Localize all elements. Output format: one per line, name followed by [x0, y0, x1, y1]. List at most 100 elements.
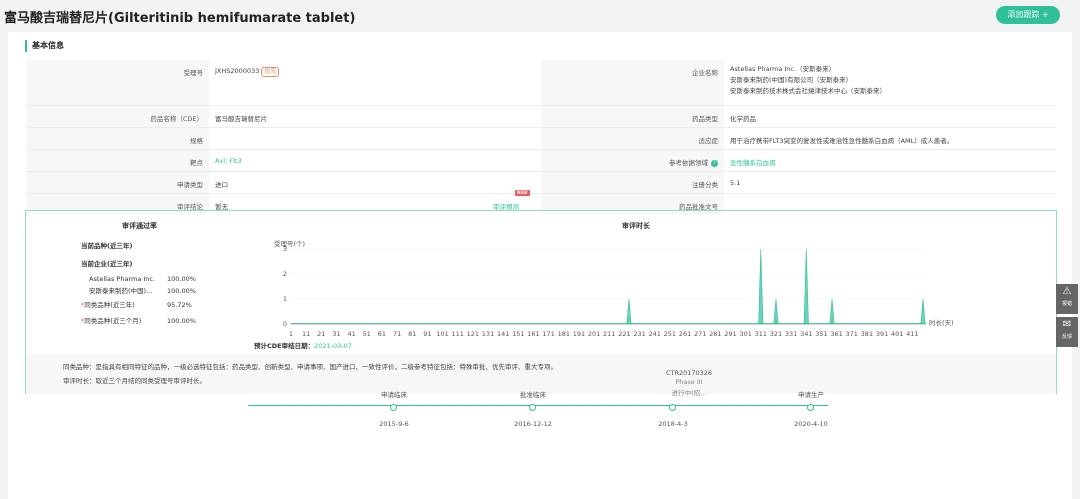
info-row: 受理号 JXHS2000033 优先 企业名称 Astellas Pharma I…: [26, 60, 1056, 106]
x-tick-label: 291: [724, 330, 736, 338]
company-rate: 100.00%: [167, 287, 196, 295]
x-tick-label: 161: [527, 330, 539, 338]
y-tick-label: 2: [283, 270, 287, 278]
est-date-value: 2021-03-07: [314, 342, 352, 350]
report-error-button[interactable]: ⚠ 报错: [1056, 284, 1078, 314]
x-tick-label: 181: [558, 330, 570, 338]
label: 药品类型: [541, 106, 724, 127]
timeline-node[interactable]: [669, 404, 676, 411]
value: 用于治疗携带FLT3突变的复发性或难治性急性髓系白血病（AML）成人患者。: [730, 137, 954, 145]
data-spike: [626, 298, 632, 325]
x-tick-label: 71: [393, 330, 401, 338]
x-tick-label: 401: [891, 330, 903, 338]
ref-link[interactable]: 急性髓系白血病: [724, 150, 1056, 171]
x-tick-label: 61: [378, 330, 386, 338]
value: 富马酸吉瑞替尼片: [215, 115, 267, 123]
value: [209, 128, 541, 149]
x-tick-label: 261: [679, 330, 691, 338]
label: 受理号: [26, 60, 209, 105]
info-table: 受理号 JXHS2000033 优先 企业名称 Astellas Pharma I…: [26, 60, 1056, 214]
y-tick-label: 0: [283, 320, 287, 328]
pass-rate-title: 审评通过率: [122, 222, 157, 230]
same-3m-row: *同类品种(近三个月) 100.00%: [81, 315, 197, 327]
label: 适应症: [541, 128, 724, 149]
x-tick-label: 191: [573, 330, 585, 338]
company-line: 安斯泰来制药技术株式会社燒津技术中心（安斯泰来）: [730, 87, 886, 95]
timeline-node[interactable]: [390, 404, 397, 411]
company-name: 安斯泰来制药(中国)...: [89, 287, 153, 295]
label: 药品名称（CDE）: [26, 106, 209, 127]
x-tick-label: 51: [363, 330, 371, 338]
label-text: 同类品种(近三年): [84, 301, 135, 309]
x-tick-label: 321: [770, 330, 782, 338]
company-rate-row: 安斯泰来制药(中国)... 100.00%: [81, 285, 197, 297]
company-line: Astellas Pharma Inc.（安斯泰来）: [730, 65, 836, 73]
x-tick-label: 31: [332, 330, 340, 338]
footer-note: 同类品种：是指具有相同特征的品种，一级必选特征包括：药品类型、创新类型、申请事项…: [63, 363, 557, 371]
timeline-node-label: 申请临床: [381, 391, 407, 399]
info-row: 申请类型 进口 注册分类 5.1: [26, 172, 1056, 194]
x-tick-label: 221: [618, 330, 630, 338]
review-time-title: 审评时长: [622, 222, 650, 230]
title-bar: 富马酸吉瑞替尼片(Gilteritinib hemifumarate table…: [0, 0, 1080, 32]
value: JXHS2000033 优先: [209, 60, 541, 105]
add-tracking-button[interactable]: 添加跟踪 +: [996, 6, 1060, 24]
label-text: 参考依据领域: [669, 159, 708, 167]
data-spike: [803, 248, 809, 325]
x-tick-label: 131: [482, 330, 494, 338]
info-row: 规格 适应症 用于治疗携带FLT3突变的复发性或难治性急性髓系白血病（AML）成…: [26, 128, 1056, 150]
review-panel: 审评通过率 审评时长 当前品种(近三年) 当前企业(近三年) Astellas …: [25, 210, 1057, 394]
x-tick-label: 361: [830, 330, 842, 338]
company-list: Astellas Pharma Inc.（安斯泰来） 安斯泰来制药(中国)有限公…: [724, 60, 1056, 105]
value: 5.1: [730, 179, 741, 187]
x-tick-label: 121: [467, 330, 479, 338]
y-tick-label: 3: [283, 245, 287, 253]
x-tick-label: 381: [861, 330, 873, 338]
x-tick-label: 201: [588, 330, 600, 338]
info-icon[interactable]: i: [711, 159, 718, 167]
y-tick-label: 1: [283, 295, 287, 303]
label: 靶点: [26, 150, 209, 171]
x-tick-label: 231: [633, 330, 645, 338]
x-axis-label: 时长(天): [929, 318, 954, 327]
timeline-node-date: 2018-4-3: [658, 420, 688, 428]
estimated-date: 预计CDE审结日期：2021-03-07: [254, 340, 352, 350]
info-row: 药品名称（CDE） 富马酸吉瑞替尼片 药品类型 化学药品: [26, 106, 1056, 128]
current-company: 当前企业(近三年): [81, 260, 133, 268]
side-tool-label: 报错: [1061, 301, 1072, 307]
x-tick-label: 41: [347, 330, 355, 338]
x-tick-label: 91: [423, 330, 431, 338]
warning-icon: ⚠: [1062, 286, 1072, 297]
x-tick-label: 21: [317, 330, 325, 338]
x-tick-label: 281: [709, 330, 721, 338]
x-tick-label: 331: [785, 330, 797, 338]
data-spike: [920, 298, 926, 325]
info-row: 靶点 Axl; Flt3 参考依据领域 i 急性髓系白血病: [26, 150, 1056, 172]
timeline-node-label: 批准临床: [520, 391, 546, 399]
y-axis-label: 受理号(个): [274, 239, 305, 248]
side-tool-label: 反馈: [1061, 334, 1072, 340]
feedback-button[interactable]: ✉ 反馈: [1056, 317, 1078, 347]
timeline-trial-link[interactable]: CTR20170326: [649, 369, 729, 377]
same-3y-row: *同类品种(近三年) 95.72%: [81, 299, 197, 311]
company-name: Astellas Pharma Inc.: [89, 275, 156, 283]
target-link[interactable]: Axl; Flt3: [209, 150, 541, 171]
pass-rate-block: 当前品种(近三年) 当前企业(近三年) Astellas Pharma Inc.…: [81, 241, 197, 327]
footer-note: 审评时长：取近三个月结的同类受理号审评时长。: [63, 377, 206, 385]
x-tick-label: 351: [815, 330, 827, 338]
x-tick-label: 111: [451, 330, 463, 338]
data-spike: [758, 248, 764, 325]
panel-footer: 同类品种：是指具有相同特征的品种，一级必选特征包括：药品类型、创新类型、申请事项…: [26, 354, 1056, 394]
same-3m-rate: 100.00%: [167, 317, 196, 325]
label: 申请类型: [26, 172, 209, 193]
x-tick-label: 251: [664, 330, 676, 338]
review-time-chart: 受理号(个)时长(天)01231 11 21 31 41 51 61 71 81 91 101 111…: [274, 239, 954, 338]
x-tick-label: 81: [408, 330, 416, 338]
data-spike: [773, 298, 779, 325]
x-tick-label: 1: [289, 330, 293, 338]
x-tick-label: 341: [800, 330, 812, 338]
timeline-node-date: 2016-12-12: [514, 420, 552, 428]
timeline-node[interactable]: [807, 404, 814, 411]
x-tick-label: 211: [603, 330, 615, 338]
timeline-node[interactable]: [529, 404, 536, 411]
